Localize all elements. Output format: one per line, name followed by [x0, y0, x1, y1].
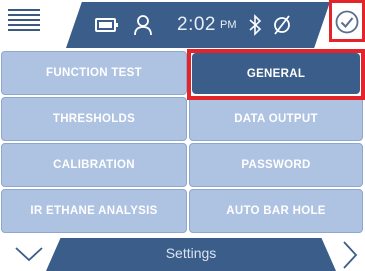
menu-item-ir-ethane-analysis[interactable]: IR ETHANE ANALYSIS — [1, 189, 187, 233]
menu-item-general[interactable]: GENERAL — [192, 53, 360, 94]
status-content: 2:02 PM — [95, 10, 292, 40]
no-connection-icon — [274, 15, 291, 35]
menu-item-function-test[interactable]: FUNCTION TEST — [1, 51, 187, 95]
chevron-right-icon[interactable] — [340, 240, 360, 270]
clock-ampm: PM — [219, 19, 237, 31]
bluetooth-icon — [249, 14, 262, 36]
menu-item-auto-bar-hole[interactable]: AUTO BAR HOLE — [189, 189, 363, 233]
confirm-check-icon — [335, 10, 359, 34]
page-title: Settings — [165, 245, 217, 261]
status-bar: 2:02 PM — [0, 0, 365, 48]
menu-item-password[interactable]: PASSWORD — [189, 143, 363, 187]
user-icon — [134, 15, 152, 36]
battery-icon — [95, 18, 118, 32]
menu-item-data-output[interactable]: DATA OUTPUT — [189, 97, 363, 141]
clock-time: 2:02 — [177, 14, 216, 35]
chevron-down-icon[interactable] — [14, 244, 44, 264]
menu-item-thresholds[interactable]: THRESHOLDS — [1, 97, 187, 141]
menu-icon[interactable] — [8, 9, 40, 39]
settings-menu-grid: FUNCTION TEST GENERAL THRESHOLDS DATA OU… — [0, 48, 365, 236]
confirm-button[interactable] — [329, 0, 365, 42]
bottom-nav: Settings — [0, 238, 365, 271]
menu-item-calibration[interactable]: CALIBRATION — [1, 143, 187, 187]
